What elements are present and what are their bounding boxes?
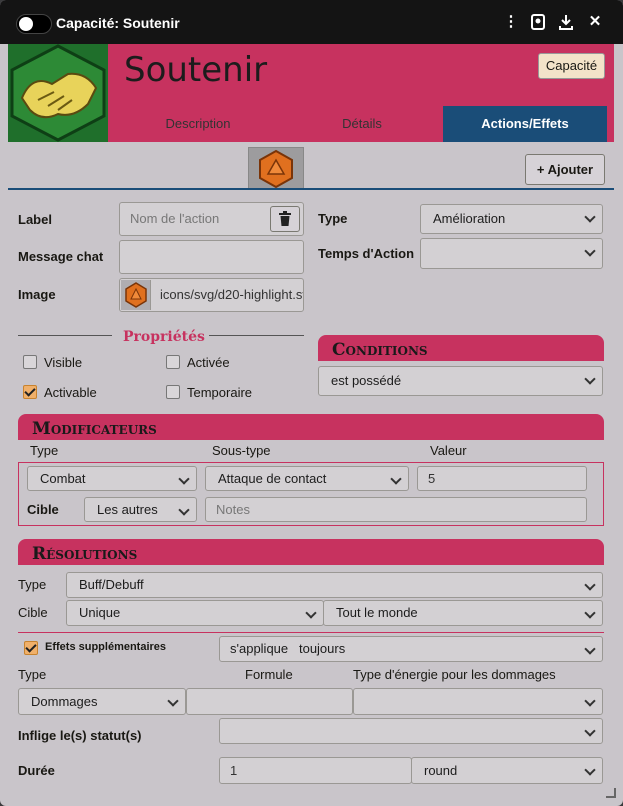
- inflige-statut-label: Inflige le(s) statut(s): [18, 728, 142, 743]
- applique-value: s'applique toujours: [230, 641, 346, 656]
- mod-soustype-select[interactable]: Attaque de contact: [205, 466, 409, 491]
- effets-supplementaires-checkbox[interactable]: [24, 641, 38, 655]
- formule-input[interactable]: [186, 688, 353, 715]
- temporaire-label: Temporaire: [187, 385, 253, 400]
- mod-col-soustype: Sous-type: [212, 443, 271, 458]
- mod-col-type: Type: [30, 443, 59, 458]
- activee-checkbox[interactable]: [166, 355, 180, 369]
- mod-soustype-value: Attaque de contact: [218, 471, 327, 486]
- visible-checkbox[interactable]: [23, 355, 37, 369]
- toggle-switch[interactable]: [16, 14, 52, 34]
- mod-type-select[interactable]: Combat: [27, 466, 197, 491]
- close-icon[interactable]: ✕: [587, 14, 603, 30]
- conditions-header: Conditions: [318, 335, 604, 361]
- conditions-value: est possédé: [331, 373, 402, 388]
- chevron-down-icon: [305, 601, 317, 625]
- mod-col-valeur: Valeur: [430, 443, 467, 458]
- chevron-down-icon: [178, 498, 190, 521]
- applique-select[interactable]: s'applique toujours: [219, 636, 603, 662]
- duree-input[interactable]: 1: [219, 757, 412, 784]
- item-type-badge: Capacité: [538, 53, 605, 79]
- chevron-down-icon: [584, 367, 596, 393]
- divider: [209, 335, 304, 336]
- message-chat-label: Message chat: [18, 249, 104, 264]
- res-cible2-select[interactable]: Tout le monde: [323, 600, 603, 626]
- download-icon[interactable]: [558, 14, 574, 30]
- divider: [18, 632, 604, 633]
- resolutions-header: Résolutions: [18, 539, 604, 565]
- res-cible-select[interactable]: Unique: [66, 600, 324, 626]
- mod-notes-input[interactable]: Notes: [205, 497, 587, 522]
- kebab-menu-icon[interactable]: ⋮: [503, 14, 519, 30]
- duree-unit-value: round: [424, 763, 458, 778]
- chevron-down-icon: [584, 637, 596, 661]
- mod-valeur-input[interactable]: 5: [417, 466, 587, 491]
- duree-unit-select[interactable]: round: [411, 757, 603, 784]
- dommages-select[interactable]: Dommages: [18, 688, 186, 715]
- energie-select[interactable]: [353, 688, 603, 715]
- label-label: Label: [18, 212, 52, 227]
- chevron-down-icon: [390, 467, 402, 490]
- effets-supplementaires-label: Effets supplémentaires: [45, 641, 167, 653]
- tab-details[interactable]: Détails: [288, 106, 436, 142]
- duree-label: Durée: [18, 763, 55, 778]
- mod-cible-select[interactable]: Les autres: [84, 497, 197, 522]
- item-portrait[interactable]: [8, 44, 108, 142]
- add-action-button[interactable]: + Ajouter: [525, 154, 605, 185]
- tab-description[interactable]: Description: [124, 106, 272, 142]
- divider: [8, 188, 614, 190]
- item-name[interactable]: Soutenir: [124, 50, 267, 90]
- temps-action-label: Temps d'Action: [318, 246, 415, 261]
- dommages-value: Dommages: [31, 694, 98, 709]
- modificateurs-header: Modificateurs: [18, 414, 604, 440]
- tab-actions-effets[interactable]: Actions/Effets: [443, 106, 607, 142]
- mod-type-value: Combat: [40, 471, 86, 486]
- mod-cible-label: Cible: [27, 502, 59, 517]
- res-cible-value: Unique: [79, 605, 121, 620]
- title-bar[interactable]: Capacité: Soutenir ⋮ ✕: [0, 0, 623, 44]
- chevron-down-icon: [167, 689, 179, 714]
- res-type-label: Type: [18, 577, 47, 592]
- mod-cible-value: Les autres: [97, 502, 158, 517]
- chevron-down-icon: [584, 689, 596, 714]
- activee-label: Activée: [187, 355, 230, 370]
- action-image-preview[interactable]: [248, 147, 304, 189]
- message-chat-input[interactable]: [119, 240, 304, 274]
- chevron-down-icon: [178, 467, 190, 490]
- res-type-value: Buff/Debuff: [79, 577, 144, 592]
- inflige-statut-select[interactable]: [219, 718, 603, 744]
- visible-label: Visible: [44, 355, 83, 370]
- temps-action-select[interactable]: [420, 238, 603, 269]
- action-type-value: Amélioration: [433, 211, 506, 226]
- type-label: Type: [318, 211, 348, 226]
- res-col-energie: Type d'énergie pour les dommages: [353, 667, 556, 682]
- chevron-down-icon: [584, 601, 596, 625]
- chevron-down-icon: [584, 205, 596, 231]
- delete-action-button[interactable]: [270, 206, 300, 232]
- divider: [18, 335, 112, 336]
- resize-handle[interactable]: [606, 788, 616, 798]
- window-title: Capacité: Soutenir: [56, 15, 180, 31]
- sheet-config-icon[interactable]: [530, 14, 546, 30]
- activable-checkbox[interactable]: [23, 385, 37, 399]
- res-type-select[interactable]: Buff/Debuff: [66, 572, 603, 598]
- chevron-down-icon: [584, 719, 596, 743]
- conditions-select[interactable]: est possédé: [318, 366, 603, 396]
- res-cible2-value: Tout le monde: [336, 605, 418, 620]
- res-col-type: Type: [18, 667, 47, 682]
- image-label: Image: [18, 287, 56, 302]
- chevron-down-icon: [584, 573, 596, 597]
- action-type-select[interactable]: Amélioration: [420, 204, 603, 234]
- sheet-window: Capacité: Soutenir ⋮ ✕ Soutenir Capacité…: [0, 0, 623, 806]
- activable-label: Activable: [44, 385, 97, 400]
- temporaire-checkbox[interactable]: [166, 385, 180, 399]
- chevron-down-icon: [584, 239, 596, 265]
- res-col-formule: Formule: [245, 667, 293, 682]
- d20-image-icon[interactable]: [121, 280, 151, 310]
- chevron-down-icon: [584, 758, 596, 783]
- res-cible-label: Cible: [18, 605, 48, 620]
- proprietes-title: Propriétés: [123, 329, 205, 345]
